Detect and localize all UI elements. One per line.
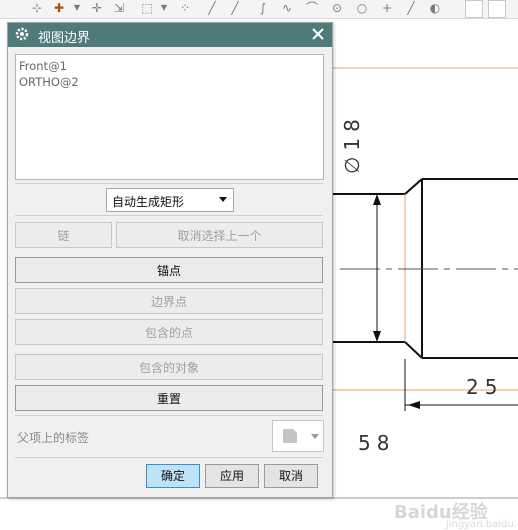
dimension-arrow — [408, 401, 420, 409]
cancel-button[interactable]: 取消 — [264, 464, 318, 488]
line-icon[interactable]: ╱ — [205, 1, 219, 15]
zoom-view-icon[interactable] — [465, 0, 483, 18]
chevron-down-icon — [219, 197, 227, 202]
move-icon[interactable]: ⇲ — [112, 1, 126, 15]
list-item[interactable]: ORTHO@2 — [19, 75, 79, 89]
boundary-mode-select[interactable]: 自动生成矩形 — [106, 188, 234, 212]
line-icon[interactable]: ╱ — [404, 1, 418, 15]
snap-icon[interactable]: ⊹ — [30, 1, 44, 15]
boundary-point-button[interactable]: 边界点 — [15, 288, 323, 314]
dimension-text-58: 58 — [358, 431, 396, 455]
dialog-titlebar[interactable]: 视图边界 — [8, 23, 332, 47]
dialog-title: 视图边界 — [38, 31, 91, 46]
edit-view-icon[interactable] — [488, 0, 506, 18]
arrow-icon[interactable]: ✛ — [90, 1, 104, 15]
included-objects-button[interactable]: 包含的对象 — [15, 354, 323, 380]
divider — [15, 183, 323, 184]
dimension-text-25: 25 — [466, 375, 504, 399]
label-style-dropdown[interactable] — [272, 420, 324, 452]
divider — [15, 415, 323, 416]
top-toolbar: ⊹ ✚ ▼ ✛ ⇲ ⬚ ▼ ⁘ ╱ ╱ ∫ ∿ ⌒ ⊙ ○ + ╱ ◐ — [0, 0, 518, 19]
reset-button[interactable]: 重置 — [15, 385, 323, 411]
label-style-icon — [283, 429, 319, 443]
chain-button[interactable]: 链 — [15, 222, 112, 248]
dimension-arrow — [373, 194, 381, 205]
close-icon[interactable] — [310, 26, 326, 42]
deselect-previous-button[interactable]: 取消选择上一个 — [116, 222, 323, 248]
parent-label-text: 父项上的标签 — [17, 431, 90, 445]
chevron-down-icon[interactable]: ▼ — [157, 1, 171, 15]
apply-button[interactable]: 应用 — [205, 464, 259, 488]
view-list[interactable]: Front@1 ORTHO@2 — [15, 54, 324, 180]
fill-icon[interactable]: ◐ — [428, 1, 442, 15]
diameter-dimension-text: ∅18 — [340, 113, 364, 174]
anchor-point-button[interactable]: 锚点 — [15, 257, 323, 283]
dimension-arrow — [373, 331, 381, 342]
line-icon[interactable]: ╱ — [228, 1, 242, 15]
curve-icon[interactable]: ∫ — [256, 1, 270, 15]
dotted-rectangle-icon[interactable]: ⬚ — [140, 1, 154, 15]
view-boundary-dialog: 视图边界 Front@1 ORTHO@2 自动生成矩形 链 取消选择上一个 锚点… — [7, 22, 333, 498]
spline-icon[interactable]: ∿ — [280, 1, 294, 15]
circle-icon[interactable]: ○ — [355, 1, 369, 15]
circle-icon[interactable]: ⊙ — [330, 1, 344, 15]
pin-icon[interactable]: ✚ — [52, 1, 66, 15]
divider — [15, 215, 323, 216]
chevron-down-icon[interactable]: ▼ — [70, 1, 84, 15]
arc-icon[interactable]: ⌒ — [305, 1, 319, 15]
gear-icon[interactable] — [14, 26, 30, 42]
crosshair-icon[interactable]: + — [380, 1, 394, 15]
divider — [15, 457, 323, 458]
list-item[interactable]: Front@1 — [19, 59, 67, 73]
ok-button[interactable]: 确定 — [146, 464, 200, 488]
grid-dots-icon[interactable]: ⁘ — [178, 1, 192, 15]
boundary-mode-value: 自动生成矩形 — [112, 195, 185, 209]
included-points-button[interactable]: 包含的点 — [15, 319, 323, 345]
